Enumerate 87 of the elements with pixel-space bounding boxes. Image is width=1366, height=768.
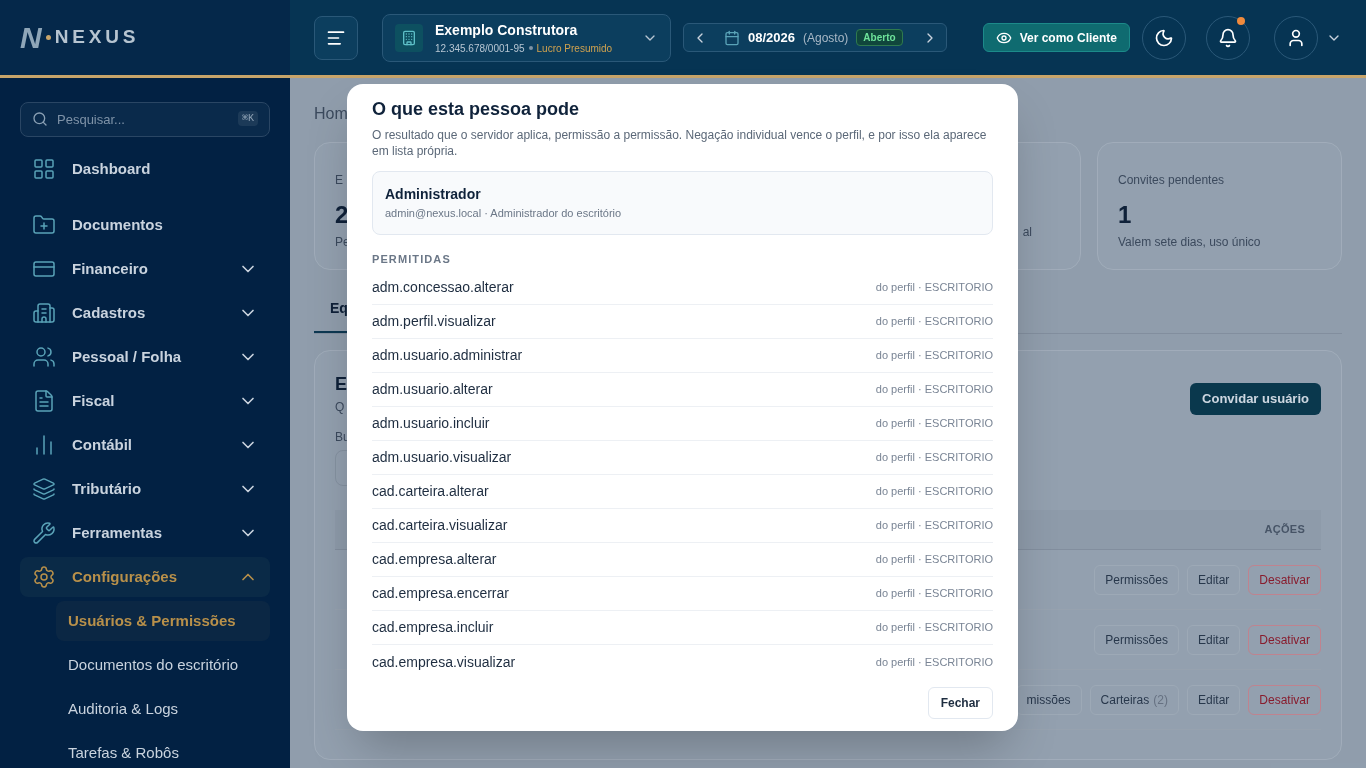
stat-note: al	[1022, 224, 1032, 241]
user-detail: admin@nexus.local · Administrador do escritório	[385, 206, 623, 221]
permission-source: do perfil · ESCRITORIO	[875, 382, 993, 398]
dialog-description: O resultado que o servidor aplica, permissão a permissão. Negação individual vence o perfil, e por isso ela aparece em lista própria.	[372, 127, 988, 159]
permission-code: cad.carteira.visualizar	[372, 516, 508, 535]
permission-source: do perfil · ESCRITORIO	[875, 518, 993, 534]
sidebar-subitem[interactable]: Usuários & Permissões	[56, 601, 270, 641]
building-icon	[32, 301, 56, 325]
stat-title: Convites pendentes	[1118, 172, 1225, 189]
sidebar-subitem[interactable]: Auditoria & Logs	[56, 689, 270, 729]
permission-source: do perfil · ESCRITORIO	[875, 654, 993, 670]
user-name: Administrador	[385, 185, 482, 204]
stat-note: Valem sete dias, uso único	[1118, 234, 1261, 251]
permission-source: do perfil · ESCRITORIO	[875, 348, 993, 364]
permission-source: do perfil · ESCRITORIO	[875, 620, 993, 636]
stat-value: 1	[1118, 200, 1132, 230]
sidebar-item[interactable]: Dashboard	[20, 149, 270, 189]
sidebar-subitem[interactable]: Tarefas & Robôs	[56, 733, 270, 768]
action-button[interactable]: Permissões	[1094, 564, 1179, 595]
sidebar-item[interactable]: Financeiro	[20, 249, 270, 289]
moon-icon	[1154, 27, 1174, 48]
sidebar-item[interactable]: Fiscal	[20, 381, 270, 421]
folder-plus-icon	[32, 213, 56, 237]
close-button[interactable]: Fechar	[927, 687, 993, 719]
logo-mark: N	[20, 20, 42, 56]
action-button[interactable]: Editar	[1186, 624, 1241, 655]
section-title: E	[335, 373, 347, 396]
action-button[interactable]: Permissões	[1094, 624, 1179, 655]
section-label: PERMITIDAS	[372, 251, 452, 267]
company-name: Exemplo Construtora	[435, 20, 578, 40]
dialog-title: O que esta pessoa pode	[372, 98, 581, 121]
period-month: (Agosto)	[803, 29, 849, 47]
permission-code: adm.usuario.alterar	[372, 380, 493, 399]
permission-code: adm.usuario.visualizar	[372, 448, 512, 467]
permission-source: do perfil · ESCRITORIO	[875, 280, 993, 296]
sidebar-item[interactable]: Pessoal / Folha	[20, 337, 270, 377]
users-icon	[32, 345, 56, 369]
logo-text: NEXUS	[54, 25, 140, 50]
invite-button[interactable]: Convidar usuário	[1190, 383, 1321, 415]
calendar-icon	[724, 29, 740, 46]
layers-icon	[32, 477, 56, 501]
action-button[interactable]: Desativar	[1248, 684, 1321, 715]
client-view-button[interactable]: Ver como Cliente	[982, 23, 1130, 52]
permission-source: do perfil · ESCRITORIO	[875, 484, 993, 500]
breadcrumb: Hom	[314, 104, 348, 124]
sidebar-item[interactable]: Documentos	[20, 205, 270, 245]
permission-code: cad.empresa.alterar	[372, 550, 497, 569]
permission-code: adm.perfil.visualizar	[372, 312, 496, 331]
permission-source: do perfil · ESCRITORIO	[875, 416, 993, 432]
sidebar-item[interactable]: Contábil	[20, 425, 270, 465]
tax-regime: Lucro Presumido	[536, 41, 613, 56]
action-button[interactable]: Editar	[1186, 684, 1241, 715]
permission-code: cad.empresa.encerrar	[372, 584, 509, 603]
permission-source: do perfil · ESCRITORIO	[875, 314, 993, 330]
company-selector[interactable]: Exemplo Construtora 12.345.678/0001-95 Lucro Presumido	[382, 13, 671, 62]
stat-title: E	[335, 172, 343, 189]
company-cnpj: 12.345.678/0001-95	[435, 41, 525, 56]
action-button[interactable]: Desativar	[1248, 624, 1321, 655]
permission-code: cad.carteira.alterar	[372, 482, 489, 501]
permission-code: cad.empresa.visualizar	[372, 652, 516, 672]
wrench-icon	[32, 521, 56, 545]
column-header: AÇÕES	[1264, 522, 1305, 538]
permission-source: do perfil · ESCRITORIO	[875, 552, 993, 568]
permission-source: do perfil · ESCRITORIO	[875, 450, 993, 466]
permission-code: adm.usuario.incluir	[372, 414, 490, 433]
permission-source: do perfil · ESCRITORIO	[875, 586, 993, 602]
menu-button[interactable]	[314, 15, 358, 60]
status-badge: Aberto	[856, 29, 903, 46]
permission-code: cad.empresa.incluir	[372, 618, 494, 637]
sidebar-item[interactable]: Configurações	[20, 557, 270, 597]
bell-icon	[1218, 27, 1238, 48]
sidebar-item[interactable]: Tributário	[20, 469, 270, 509]
search-icon	[32, 111, 48, 127]
sidebar-item[interactable]: Ferramentas	[20, 513, 270, 553]
settings-icon	[32, 565, 56, 589]
period-value: 08/2026	[748, 28, 795, 47]
sidebar-subitem[interactable]: Documentos do escritório	[56, 645, 270, 685]
section-subtitle: Q	[335, 399, 345, 416]
building-icon	[395, 23, 423, 52]
sidebar-item[interactable]: Cadastros	[20, 293, 270, 333]
permission-code: adm.concessao.alterar	[372, 278, 514, 297]
permission-code: adm.usuario.administrar	[372, 346, 523, 365]
grid-icon	[32, 157, 56, 181]
action-button[interactable]: Desativar	[1248, 564, 1321, 595]
document-icon	[32, 389, 56, 413]
action-button[interactable]: Editar	[1186, 564, 1241, 595]
stat-value: 2	[335, 200, 349, 230]
